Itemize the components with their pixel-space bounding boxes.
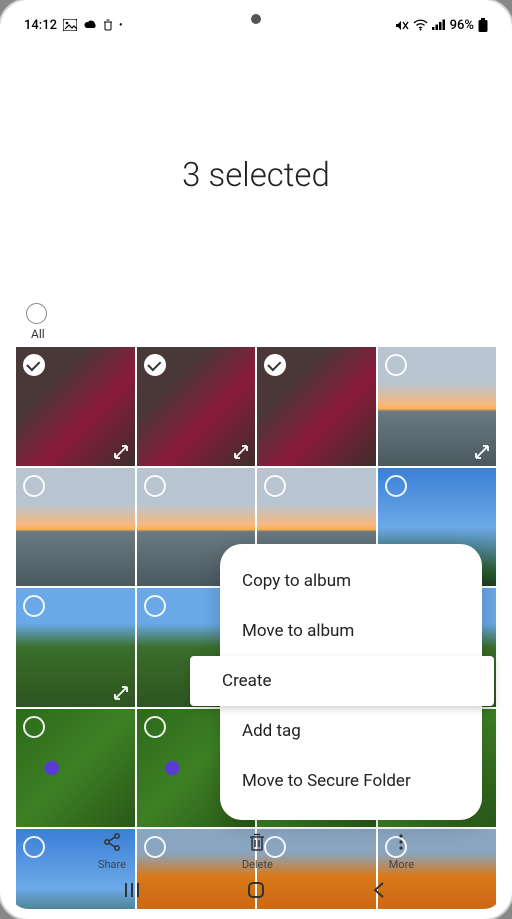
photo-thumbnail[interactable] (16, 588, 135, 707)
phone-frame: 14:12 • 96% (0, 0, 512, 919)
checkmark-icon[interactable] (144, 354, 166, 376)
bottom-action-bar: Share Delete More (10, 832, 502, 871)
select-all-circle[interactable] (26, 303, 47, 324)
checkmark-icon[interactable] (23, 354, 45, 376)
expand-icon (113, 444, 129, 460)
select-circle[interactable] (144, 475, 166, 497)
photo-thumbnail[interactable] (16, 468, 135, 587)
delete-label: Delete (242, 858, 273, 871)
expand-icon (474, 444, 490, 460)
select-circle[interactable] (144, 716, 166, 738)
battery-icon (478, 18, 488, 32)
checkmark-icon[interactable] (264, 354, 286, 376)
delete-button[interactable]: Delete (242, 832, 273, 871)
camera-notch (251, 14, 261, 24)
select-circle[interactable] (23, 475, 45, 497)
select-circle[interactable] (264, 475, 286, 497)
trash-small-icon (103, 19, 113, 31)
select-circle[interactable] (23, 716, 45, 738)
select-all-toggle[interactable]: All (10, 303, 502, 341)
more-button[interactable]: More (389, 832, 414, 871)
context-menu: Copy to albumMove to albumCreateAdd tagM… (220, 544, 482, 820)
expand-icon (113, 685, 129, 701)
photo-thumbnail[interactable] (378, 347, 497, 466)
status-battery-pct: 96% (450, 18, 474, 33)
menu-item-copy-to-album[interactable]: Copy to album (220, 556, 482, 606)
menu-item-move-to-secure-folder[interactable]: Move to Secure Folder (220, 756, 482, 806)
recents-button[interactable] (122, 881, 142, 903)
home-button[interactable] (246, 881, 266, 903)
share-button[interactable]: Share (98, 832, 126, 871)
menu-item-move-to-album[interactable]: Move to album (220, 606, 482, 656)
photo-thumbnail[interactable] (16, 347, 135, 466)
image-icon (63, 19, 77, 31)
more-icon (391, 832, 411, 856)
share-icon (102, 832, 122, 856)
signal-icon (432, 19, 446, 31)
more-label: More (389, 858, 414, 871)
back-button[interactable] (370, 881, 390, 903)
select-all-label: All (31, 327, 502, 341)
photo-thumbnail[interactable] (137, 347, 256, 466)
trash-icon (247, 832, 267, 856)
select-circle[interactable] (23, 595, 45, 617)
cloud-icon (83, 19, 97, 31)
wifi-icon (413, 19, 428, 31)
select-circle[interactable] (385, 354, 407, 376)
photo-thumbnail[interactable] (16, 709, 135, 828)
select-circle[interactable] (385, 475, 407, 497)
menu-item-create[interactable]: Create (190, 656, 494, 706)
mute-icon (395, 19, 409, 32)
system-nav-bar (10, 881, 502, 903)
expand-icon (233, 444, 249, 460)
select-circle[interactable] (144, 595, 166, 617)
menu-item-add-tag[interactable]: Add tag (220, 706, 482, 756)
dot-icon: • (119, 20, 123, 31)
status-time: 14:12 (24, 18, 57, 33)
photo-thumbnail[interactable] (257, 347, 376, 466)
page-title: 3 selected (10, 156, 502, 195)
share-label: Share (98, 858, 126, 871)
